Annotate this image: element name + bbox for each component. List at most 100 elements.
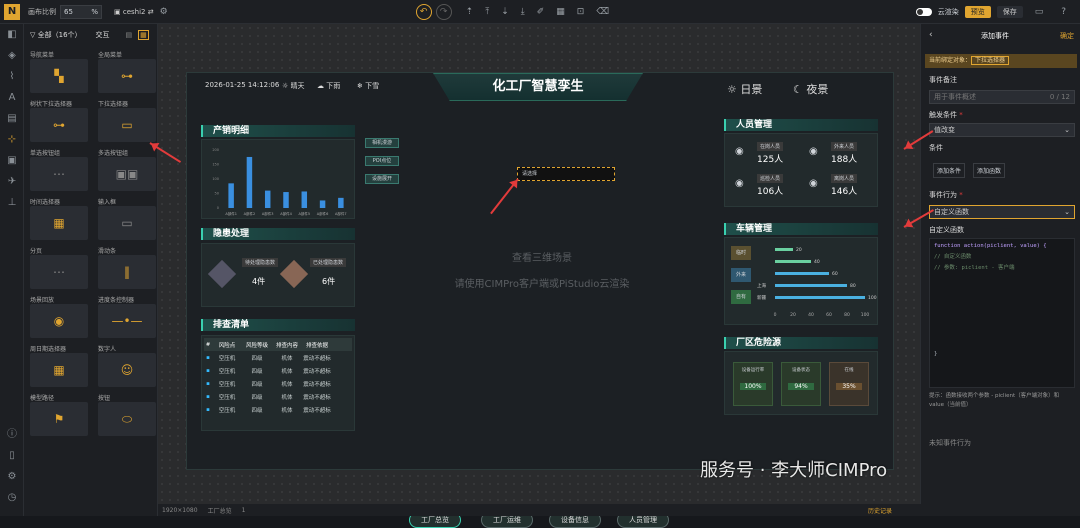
back-icon[interactable]: ‹ <box>929 30 933 40</box>
vehicle-tag: 临时 <box>731 246 751 260</box>
center-hint-title: 查看三维场景 <box>512 253 572 264</box>
component-item[interactable]: 分页 ⋯ <box>30 246 88 290</box>
progress-control-icon: —•— <box>98 304 156 338</box>
preview-button[interactable]: 预览 <box>964 5 991 18</box>
staff-panel: ◉ 在岗人员 125人 ◉ 外来人员 188人 ◉ 巡检人员 106人 ◉ 离岗… <box>724 133 878 207</box>
cube-icon[interactable]: ◈ <box>0 45 24 66</box>
help-icon[interactable]: ? <box>1061 7 1066 17</box>
component-item[interactable]: 全局菜单 ⊶ <box>98 50 156 94</box>
table-icon[interactable]: ▤ <box>0 108 24 129</box>
bound-object-banner: 当前绑定对象： 下拉选择器 <box>925 54 1077 68</box>
component-item[interactable]: 场景回放 ◉ <box>30 295 88 339</box>
weather-snow[interactable]: ❄ 下雪 <box>357 81 379 91</box>
download-icon[interactable]: ⇣ <box>501 7 509 17</box>
clock-icon[interactable]: ◷ <box>0 487 24 508</box>
grid-view-icon[interactable]: ▦ <box>138 30 149 40</box>
table-row[interactable]: ▪ 空压机 四级 机体 震动不超标 <box>204 377 352 390</box>
weather-sunny[interactable]: ☼ 晴天 <box>282 81 305 91</box>
camera-roam-button[interactable]: 相机漫游 <box>365 138 399 148</box>
align-bottom-icon[interactable]: ⤓ <box>521 7 525 17</box>
day-mode-button[interactable]: ☼ 日景 <box>727 81 762 97</box>
code-editor[interactable]: function action(piclient, value) { // 自定… <box>929 238 1075 388</box>
x-tick-label: A部件3 <box>262 211 274 216</box>
status-bar: 1920×1080 工厂总览 1 历史记录 <box>158 504 1080 516</box>
history-link[interactable]: 历史记录 <box>868 506 892 515</box>
component-item[interactable]: 周日期选择器 ▦ <box>30 344 88 388</box>
poi-button[interactable]: POI点位 <box>365 156 399 166</box>
undo-button[interactable]: ↶ <box>415 3 432 20</box>
component-item[interactable]: 下拉选择器 ▭ <box>98 99 156 143</box>
clear-icon[interactable]: ✐ <box>537 7 545 17</box>
panel-title-staff: 人员管理 <box>724 119 878 131</box>
vehicle-tag: 自有 <box>731 290 751 304</box>
bar <box>319 200 326 208</box>
doc-icon[interactable]: ▯ <box>0 445 24 466</box>
weather-rain[interactable]: ☁ 下雨 <box>317 81 340 91</box>
chart-icon[interactable]: ⌇ <box>0 66 24 87</box>
settings-icon[interactable]: ⚙ <box>160 7 168 17</box>
component-item[interactable]: 输入框 ▭ <box>98 197 156 241</box>
table-row[interactable]: ▪ 空压机 四级 机体 震动不超标 <box>204 403 352 416</box>
component-item[interactable]: 导航菜单 ▚ <box>30 50 88 94</box>
text-icon[interactable]: A <box>0 87 24 108</box>
button-component-icon: ⬭ <box>98 402 156 436</box>
component-item[interactable]: 树状下拉选择器 ⊶ <box>30 99 88 143</box>
grid-icon[interactable]: ▦ <box>556 7 565 17</box>
nav-menu-icon: ▚ <box>30 59 88 93</box>
production-bar-chart: A部件1 A部件2 A部件3 A部件4 A部件5 A部件6 A部件7 0 50 100 150 200 <box>212 148 346 216</box>
model-path-icon: ⚑ <box>30 402 88 436</box>
action-select[interactable]: 自定义函数 ⌄ <box>929 205 1075 219</box>
interaction-tab[interactable]: 交互 <box>96 30 110 40</box>
list-view-icon[interactable]: ▤ <box>126 31 133 39</box>
info-icon[interactable]: ⓘ <box>0 424 24 445</box>
delete-icon[interactable]: ⌫ <box>596 7 609 17</box>
component-item[interactable]: 数字人 ☺ <box>98 344 156 388</box>
filter-label[interactable]: 全部（16个） <box>38 30 82 40</box>
dashboard-screen[interactable]: 2026-01-25 14:12:06 ☼ 晴天 ☁ 下雨 ❄ 下雪 化工厂智慧… <box>186 72 894 528</box>
cloud-render-toggle[interactable] <box>915 7 932 16</box>
filter-icon[interactable]: ▽ <box>30 31 38 39</box>
trigger-select[interactable]: 值改变 ⌄ <box>929 123 1075 137</box>
event-note-input[interactable]: 用于事件概述 0 / 12 <box>929 90 1075 104</box>
stamp-icon[interactable]: ⊥ <box>0 192 24 213</box>
layers-icon[interactable]: ◧ <box>0 24 24 45</box>
vehicle-bar <box>775 272 829 275</box>
hazard-pending-value: 4件 <box>252 277 266 286</box>
selected-dropdown-widget[interactable]: 请选择 <box>517 167 615 181</box>
project-name[interactable]: ▣ ceshi2 ⇄ <box>114 8 154 16</box>
event-note-label: 事件备注 <box>929 76 957 84</box>
table-row[interactable]: ▪ 空压机 四级 机体 震动不超标 <box>204 351 352 364</box>
component-item[interactable]: 滑动条 ‖ <box>98 246 156 290</box>
component-item[interactable]: 多选按钮组 ▣▣ <box>98 148 156 192</box>
save-button[interactable]: 保存 <box>996 5 1023 18</box>
watermark: 服务号 · 李大师CIMPro <box>700 460 888 481</box>
redo-button[interactable]: ↷ <box>435 3 452 20</box>
staff-label: 离岗人员 <box>831 174 858 183</box>
vehicle-bar-label: 上海 <box>757 282 766 289</box>
facility-expand-button[interactable]: 设施展开 <box>365 174 399 184</box>
vehicle-bar-chart: 20 40 60 80 上海 100 新疆 0 20 40 60 80 100 <box>757 247 877 318</box>
add-condition-button[interactable]: 添加条件 <box>933 163 966 178</box>
component-item[interactable]: 模型路径 ⚑ <box>30 393 88 437</box>
table-row[interactable]: ▪ 空压机 四级 机体 震动不超标 <box>204 390 352 403</box>
media-icon[interactable]: ▣ <box>0 150 24 171</box>
component-item[interactable]: 时间选择器 ▦ <box>30 197 88 241</box>
table-row[interactable]: ▪ 空压机 四级 机体 震动不超标 <box>204 364 352 377</box>
lock-icon[interactable]: ⊡ <box>577 7 585 17</box>
component-item[interactable]: 进度条控制器 —•— <box>98 295 156 339</box>
component-item[interactable]: 单选按钮组 ⋯ <box>30 148 88 192</box>
drone-icon[interactable]: ✈ <box>0 171 24 192</box>
upload-icon[interactable]: ⇡ <box>466 7 474 17</box>
confirm-button[interactable]: 确定 <box>1060 31 1074 41</box>
zoom-input[interactable]: 65% <box>60 4 102 19</box>
component-item[interactable]: 按钮 ⬭ <box>98 393 156 437</box>
interaction-icon[interactable]: ⊹ <box>0 129 24 150</box>
add-function-button[interactable]: 添加函数 <box>973 163 1006 178</box>
person-icon: ◉ <box>809 146 818 157</box>
gear-icon[interactable]: ⚙ <box>0 466 24 487</box>
canvas-ratio-label: 画布比例 <box>28 7 56 16</box>
align-top-icon[interactable]: ⤒ <box>485 7 489 17</box>
monitor-icon[interactable]: ▭ <box>1035 7 1044 17</box>
night-mode-button[interactable]: ☾ 夜景 <box>793 81 828 97</box>
week-picker-icon: ▦ <box>30 353 88 387</box>
